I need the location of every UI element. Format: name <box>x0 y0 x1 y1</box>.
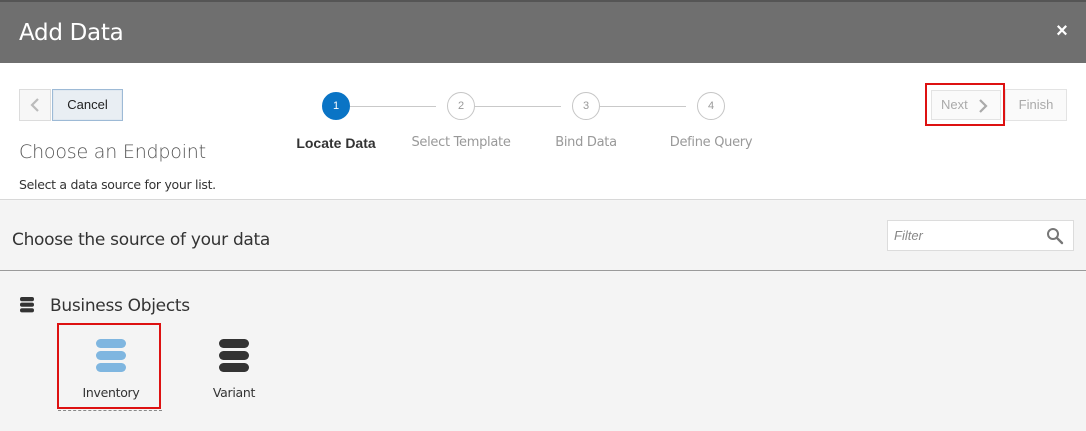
endpoint-title: Choose an Endpoint <box>19 141 206 163</box>
step-1-label: Locate Data <box>296 135 376 151</box>
next-highlight: Next <box>925 83 1005 126</box>
database-icon <box>219 339 249 372</box>
endpoint-subtitle: Select a data source for your list. <box>19 177 216 192</box>
cancel-button[interactable]: Cancel <box>52 89 123 121</box>
step-3-indicator[interactable]: 3 <box>572 92 600 120</box>
business-object-label: Inventory <box>82 385 140 400</box>
step-connector <box>350 106 436 107</box>
step-1-indicator[interactable]: 1 <box>322 92 350 120</box>
next-label: Next <box>941 97 968 112</box>
step-connector <box>475 106 561 107</box>
next-button[interactable]: Next <box>931 90 1001 120</box>
back-button[interactable] <box>19 89 51 121</box>
step-4-indicator[interactable]: 4 <box>697 92 725 120</box>
business-object-variant[interactable]: Variant <box>182 325 286 411</box>
finish-button[interactable]: Finish <box>1005 89 1067 121</box>
step-3-label: Bind Data <box>555 135 617 150</box>
step-4-label: Define Query <box>669 135 753 150</box>
business-object-inventory[interactable]: Inventory <box>57 323 161 409</box>
step-2-label: Select Template <box>411 135 511 150</box>
business-objects-title: Business Objects <box>50 296 190 316</box>
business-object-label: Variant <box>212 385 256 400</box>
database-icon <box>96 339 126 372</box>
add-data-dialog: Add Data × Cancel Choose an Endpoint Sel… <box>0 0 1086 431</box>
database-icon <box>20 297 34 313</box>
step-connector <box>600 106 686 107</box>
dialog-title: Add Data <box>19 20 124 46</box>
chevron-right-icon <box>979 99 988 113</box>
source-content: Business Objects Inventory Variant <box>0 272 1086 431</box>
chevron-left-icon <box>30 98 39 112</box>
filter-box <box>887 220 1074 251</box>
search-icon[interactable] <box>1046 227 1064 245</box>
source-header: Choose the source of your data <box>0 201 1086 271</box>
source-title: Choose the source of your data <box>12 230 271 250</box>
step-2-indicator[interactable]: 2 <box>447 92 475 120</box>
wizard-header: Cancel Choose an Endpoint Select a data … <box>0 63 1086 200</box>
dialog-titlebar: Add Data × <box>0 0 1086 63</box>
close-icon[interactable]: × <box>1054 21 1070 41</box>
focus-outline <box>58 409 162 411</box>
filter-input[interactable] <box>888 221 1038 250</box>
